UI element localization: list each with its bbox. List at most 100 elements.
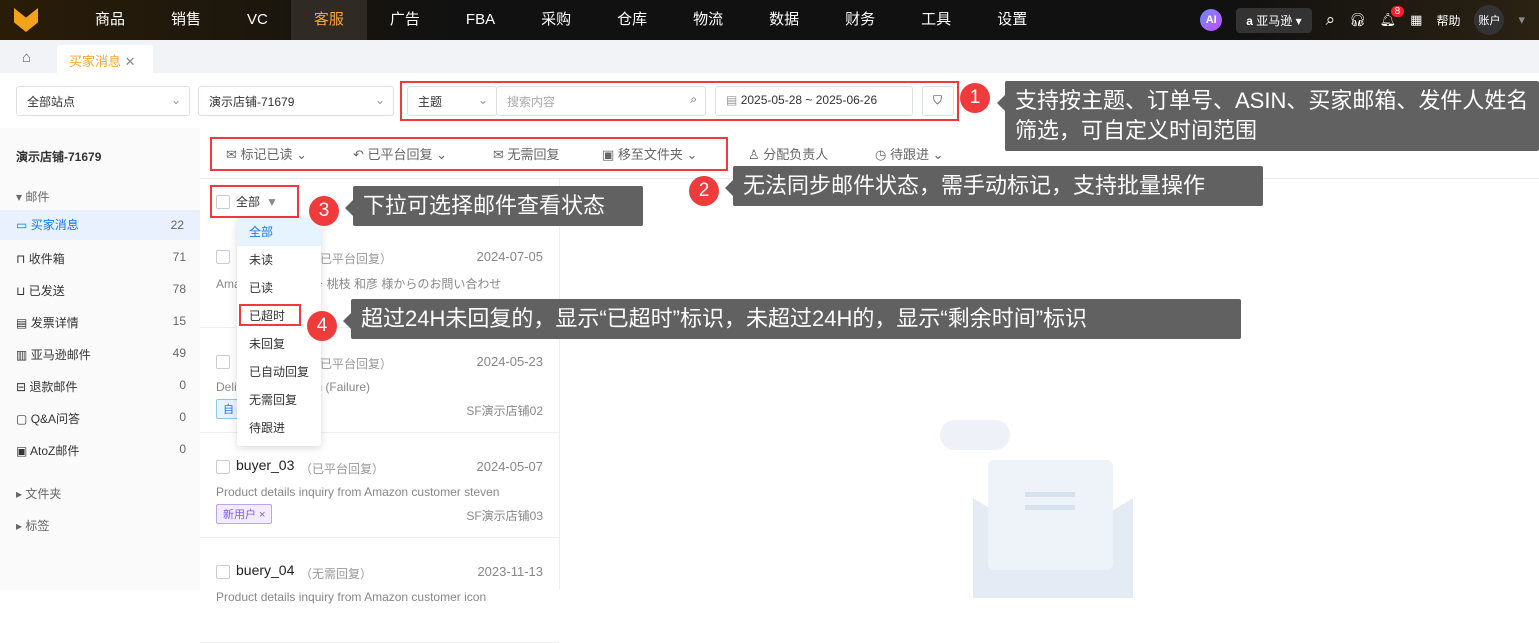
follow-up-button[interactable]: ◷ 待跟进 ⌄: [875, 144, 944, 163]
mail-date: 2024-05-07: [476, 459, 544, 474]
nav-item[interactable]: 设置: [974, 0, 1050, 40]
sidebar-item-count: 0: [179, 410, 186, 424]
nav-item[interactable]: 数据: [746, 0, 822, 40]
sidebar-item-label: ⊟ 退款邮件: [16, 378, 77, 398]
marketplace-select[interactable]: a 亚马逊 ▾: [1236, 7, 1312, 33]
mail-list-item[interactable]: buyer_03 （已平台回复） 2024-05-07 Product deta…: [200, 433, 559, 538]
mail-checkbox[interactable]: [216, 250, 230, 264]
nav-item[interactable]: 物流: [670, 0, 746, 40]
sidebar-item-label: ▣ AtoZ邮件: [16, 442, 79, 462]
mail-date: 2024-05-23: [476, 354, 544, 369]
sidebar-group-tags[interactable]: ▸ 标签: [16, 517, 49, 534]
chevron-down-icon: ⌄: [374, 93, 385, 107]
mail-checkbox[interactable]: [216, 355, 230, 369]
mailbox-icon: ▭: [16, 218, 28, 232]
dropdown-option[interactable]: 全部: [237, 218, 321, 246]
headset-icon[interactable]: 🎧︎: [1349, 12, 1366, 28]
bell-icon[interactable]: 🔔︎ 8: [1380, 6, 1405, 28]
dropdown-option[interactable]: 无需回复: [237, 386, 321, 414]
sidebar-item-label: ▢ Q&A问答: [16, 410, 80, 430]
marketplace-label: 亚马逊: [1256, 13, 1293, 28]
mailbox-icon: ▣: [16, 444, 28, 458]
sidebar-item-count: 22: [170, 218, 184, 232]
annotation-number: 2: [689, 176, 719, 206]
search-icon[interactable]: ⌕: [1326, 10, 1336, 30]
mail-subject: Product details inquiry from Amazon cust…: [216, 590, 487, 604]
sidebar-item[interactable]: ▤ 发票详情 15: [16, 314, 186, 334]
mailbox-icon: ⊔: [16, 284, 26, 298]
mail-sender: buery_04: [236, 562, 295, 578]
label: 已发送: [28, 284, 65, 298]
shop-value: 演示店铺-71679: [209, 95, 295, 109]
account-avatar[interactable]: 账户: [1474, 5, 1505, 35]
ai-button[interactable]: AI: [1200, 9, 1223, 31]
label: AtoZ邮件: [30, 444, 80, 458]
dropdown-option[interactable]: 待跟进: [237, 414, 321, 442]
sidebar-item[interactable]: ▥ 亚马逊邮件 49: [16, 346, 186, 366]
label: 收件箱: [28, 252, 65, 266]
annotation-number: 3: [309, 196, 339, 226]
sidebar-item[interactable]: ▭ 买家消息 22: [0, 210, 200, 240]
sidebar-item-count: 71: [172, 250, 186, 264]
dropdown-option[interactable]: 未读: [237, 246, 321, 274]
sidebar-group-mail[interactable]: ▾ 邮件: [16, 188, 49, 205]
nav-item[interactable]: VC: [224, 0, 291, 40]
sidebar-item-count: 49: [172, 346, 186, 360]
sidebar-item-label: ▥ 亚马逊邮件: [16, 346, 91, 366]
home-icon[interactable]: ⌂: [22, 49, 31, 66]
nav-item[interactable]: FBA: [443, 0, 518, 40]
sidebar-item-label: ▭ 买家消息: [16, 210, 79, 240]
chevron-down-icon: ⌄: [170, 93, 181, 107]
annotation-tooltip: 支持按主题、订单号、ASIN、买家邮箱、发件人姓名筛选，可自定义时间范围: [997, 81, 1539, 151]
dropdown-option[interactable]: 未回复: [237, 330, 321, 358]
mail-checkbox[interactable]: [216, 565, 230, 579]
mail-list-item[interactable]: buery_04 （无需回复） 2023-11-13 Product detai…: [200, 538, 559, 643]
tab-buyer-messages[interactable]: 买家消息 ✕: [57, 45, 153, 73]
shop-select[interactable]: 演示店铺-71679 ⌄: [198, 86, 394, 116]
label: 退款邮件: [29, 380, 78, 394]
nav-item[interactable]: 销售: [148, 0, 224, 40]
sidebar-item-label: ⊔ 已发送: [16, 282, 65, 302]
mail-shop: SF演示店铺03: [466, 509, 543, 523]
sidebar-item[interactable]: ▣ AtoZ邮件 0: [16, 442, 186, 462]
sidebar-item-count: 15: [172, 314, 186, 328]
close-icon[interactable]: ✕: [125, 54, 136, 69]
annotation-tooltip: 超过24H未回复的，显示“已超时”标识，未超过24H的，显示“剩余时间”标识: [343, 299, 1241, 339]
nav-item[interactable]: 仓库: [594, 0, 670, 40]
sidebar-item[interactable]: ⊓ 收件箱 71: [16, 250, 186, 270]
apps-grid-icon[interactable]: ▦: [1410, 12, 1422, 28]
assign-button[interactable]: ♙ 分配负责人: [748, 144, 828, 163]
mail-status: （已平台回复）: [300, 462, 385, 476]
sidebar-item-label: ▤ 发票详情: [16, 314, 79, 334]
divider: [559, 178, 560, 590]
label: 亚马逊邮件: [30, 348, 91, 362]
sidebar-item[interactable]: ⊔ 已发送 78: [16, 282, 186, 302]
dropdown-option[interactable]: 已读: [237, 274, 321, 302]
sidebar-group-folders[interactable]: ▸ 文件夹: [16, 485, 61, 502]
sidebar-item[interactable]: ⊟ 退款邮件 0: [16, 378, 186, 398]
sidebar-shop-title: 演示店铺-71679: [16, 150, 102, 164]
annotation-box-3: [210, 185, 299, 218]
label: 待跟进: [889, 147, 929, 162]
chevron-down-icon[interactable]: ▾: [1518, 12, 1525, 28]
nav-item[interactable]: 广告: [367, 0, 443, 40]
label: Q&A问答: [30, 412, 81, 426]
site-select[interactable]: 全部站点 ⌄: [16, 86, 190, 116]
nav-item[interactable]: 财务: [822, 0, 898, 40]
tab-label: 买家消息: [69, 54, 122, 69]
help-link[interactable]: 帮助: [1436, 12, 1460, 29]
mail-subject: Product details inquiry from Amazon cust…: [216, 485, 500, 499]
nav-item[interactable]: 工具: [898, 0, 974, 40]
nav-item[interactable]: 客服: [290, 0, 367, 40]
group-label: 文件夹: [25, 487, 62, 501]
sidebar-item[interactable]: ▢ Q&A问答 0: [16, 410, 186, 430]
mail-tag[interactable]: 新用户 ×: [216, 504, 273, 524]
nav-item[interactable]: 采购: [518, 0, 594, 40]
mail-checkbox[interactable]: [216, 460, 230, 474]
sidebar: 演示店铺-71679 ▾ 邮件 ▭ 买家消息 22 ⊓ 收件箱 71 ⊔ 已发送 78 ▤ …: [0, 128, 200, 590]
dropdown-option[interactable]: 已自动回复: [237, 358, 321, 386]
nav-item[interactable]: 商品: [72, 0, 148, 40]
mailbox-icon: ▤: [16, 316, 28, 330]
mailbox-icon: ▥: [16, 348, 28, 362]
mail-date: 2023-11-13: [477, 564, 543, 579]
